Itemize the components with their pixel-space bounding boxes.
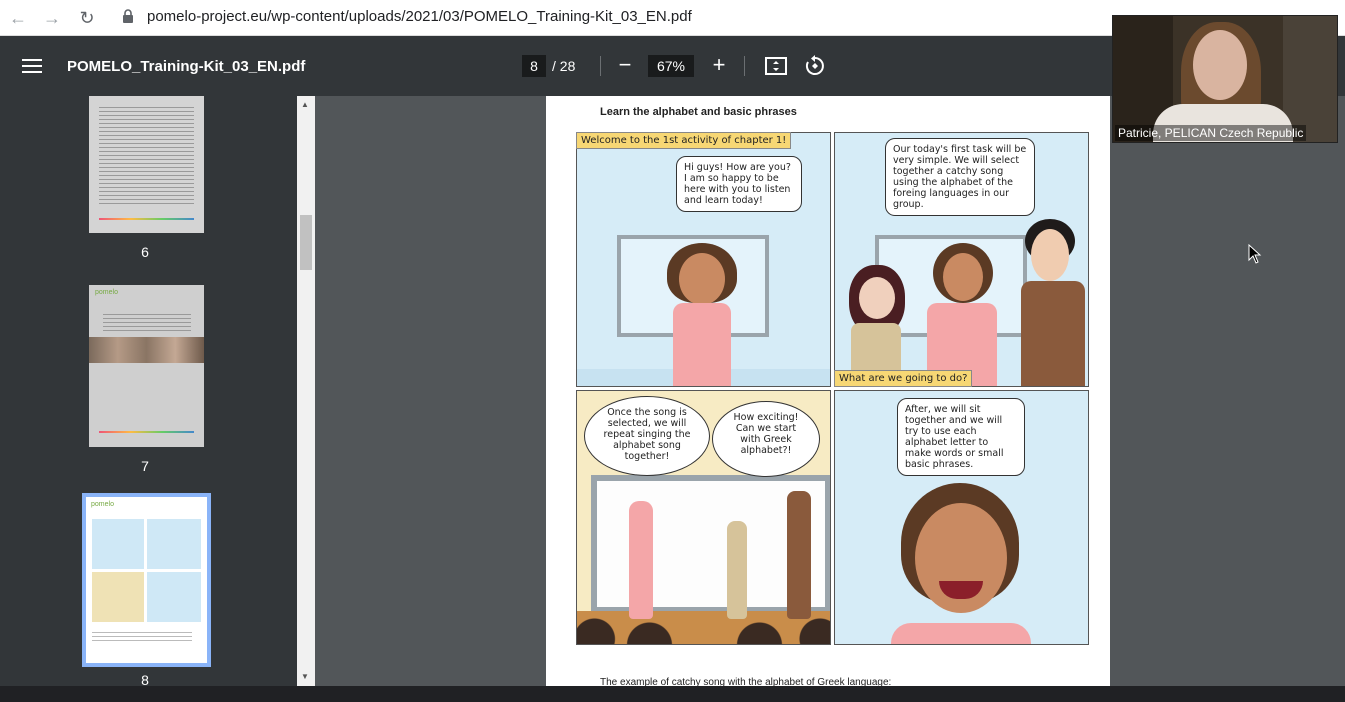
zoom-out-button[interactable]: −: [615, 53, 635, 77]
speech-bubble: Hi guys! How are you? I am so happy to b…: [676, 156, 802, 212]
page-thumbnail-8-selected[interactable]: pomelo: [82, 493, 211, 667]
scroll-down-icon[interactable]: ▼: [301, 672, 309, 681]
body-text: The example of catchy song with the alph…: [600, 677, 892, 686]
thumbnail-number: 8: [141, 672, 149, 686]
document-title: POMELO_Training-Kit_03_EN.pdf: [67, 58, 306, 75]
pdf-page: Learn the alphabet and basic phrases Wel…: [546, 96, 1110, 686]
page-heading: Learn the alphabet and basic phrases: [600, 106, 797, 118]
fit-to-page-icon[interactable]: [765, 56, 787, 76]
speech-bubble: How exciting! Can we start with Greek al…: [712, 401, 820, 477]
rotate-icon[interactable]: [804, 55, 826, 77]
taskbar-strip: [0, 686, 1345, 702]
page-number-input[interactable]: 8: [522, 55, 546, 77]
zoom-in-button[interactable]: +: [709, 53, 729, 77]
speech-bubble: After, we will sit together and we will …: [897, 398, 1025, 476]
thumbnail-sidebar: 6 pomelo 7 pomelo 8: [0, 96, 297, 686]
url-field[interactable]: pomelo-project.eu/wp-content/uploads/202…: [147, 8, 692, 25]
cursor-icon: [1248, 244, 1262, 264]
caption-what-next: What are we going to do?: [834, 370, 973, 387]
toolbar-divider: [744, 56, 745, 76]
reload-icon[interactable]: ↻: [75, 6, 99, 30]
speech-bubble: Our today's first task will be very simp…: [885, 138, 1035, 216]
thumbnail-number: 6: [141, 244, 149, 260]
toolbar-divider: [600, 56, 601, 76]
page-thumbnail-6[interactable]: [89, 96, 204, 233]
back-icon[interactable]: ←: [6, 6, 30, 30]
menu-icon[interactable]: [22, 58, 42, 74]
speech-bubble: Once the song is selected, we will repea…: [584, 396, 710, 476]
lock-icon[interactable]: [122, 9, 134, 23]
page-thumbnail-7[interactable]: pomelo: [89, 285, 204, 447]
scrollbar-thumb[interactable]: [300, 215, 312, 270]
thumbnail-number: 7: [141, 458, 149, 474]
forward-icon[interactable]: →: [40, 6, 64, 30]
sidebar-scrollbar[interactable]: ▲ ▼: [297, 96, 315, 686]
caption-welcome: Welcome to the 1st activity of chapter 1…: [576, 132, 792, 149]
zoom-input[interactable]: 67%: [648, 55, 694, 77]
video-call-tile[interactable]: [1112, 15, 1338, 143]
participant-name: Patricie, PELICAN Czech Republic: [1115, 125, 1307, 141]
page-total: / 28: [552, 58, 576, 74]
scroll-up-icon[interactable]: ▲: [301, 100, 309, 109]
